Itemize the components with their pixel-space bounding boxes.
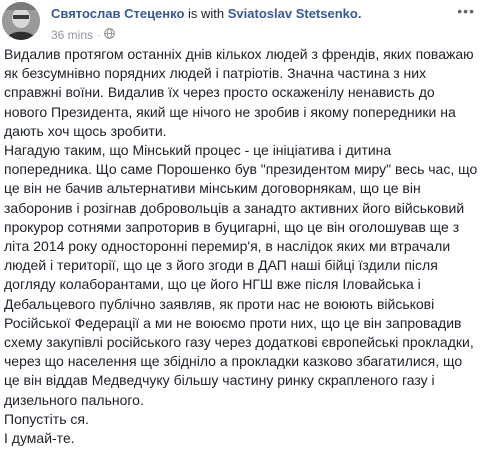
author-avatar[interactable] — [2, 2, 40, 40]
post-paragraph-2: Нагадую таким, що Мінський процес - це і… — [4, 142, 478, 408]
tagged-person-link[interactable]: Sviatoslav Stetsenko. — [228, 6, 362, 21]
post-paragraph-4: І думай-те. — [4, 430, 75, 447]
facebook-post: Святослав Стеценко is with Sviatoslav St… — [0, 0, 485, 457]
separator-dot: · — [97, 30, 101, 40]
post-paragraph-3: Попустіть ся. — [4, 410, 89, 427]
author-name-link[interactable]: Святослав Стеценко — [51, 6, 184, 21]
post-meta: 36 mins · — [51, 27, 455, 43]
more-options-button[interactable]: ••• — [457, 3, 475, 19]
avatar-photo — [2, 2, 40, 40]
timestamp-link[interactable]: 36 mins — [51, 27, 93, 43]
post-paragraph-1: Видалив протягом останніх днів кількох л… — [4, 46, 474, 139]
post-header: Святослав Стеценко is with Sviatoslav St… — [51, 6, 455, 43]
post-body: Видалив протягом останніх днів кількох л… — [4, 45, 478, 448]
with-text: is with — [184, 6, 228, 21]
globe-icon — [104, 27, 115, 43]
author-line: Святослав Стеценко is with Sviatoslav St… — [51, 6, 455, 22]
